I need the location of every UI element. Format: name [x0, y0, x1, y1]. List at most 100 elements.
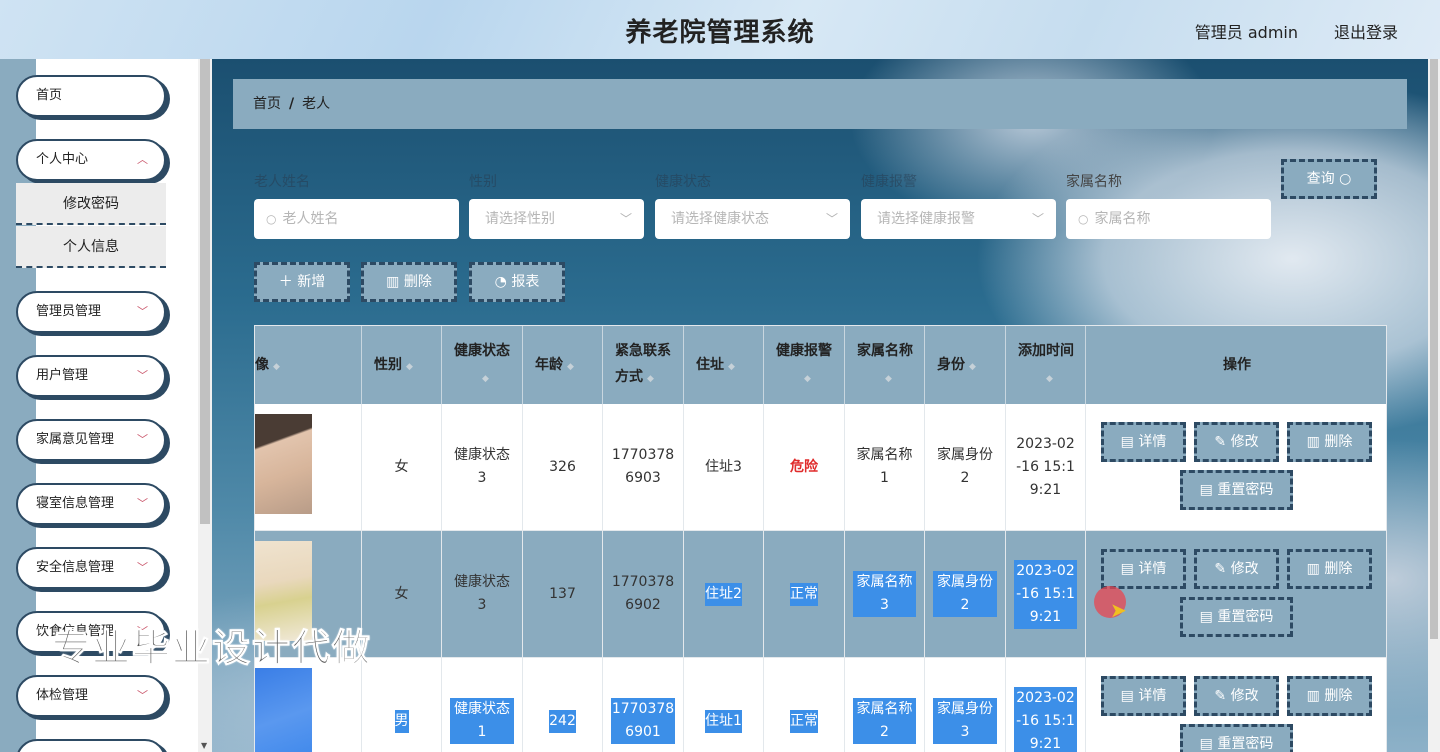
time-text: 2023-02-16 15:19:21	[1014, 686, 1077, 752]
document-icon: ▤	[1120, 434, 1134, 450]
sort-icon[interactable]: ◆	[885, 374, 892, 384]
search-icon: ○	[1339, 171, 1352, 187]
submenu-personal-info[interactable]: 个人信息	[16, 226, 166, 268]
time-cell: 2023-02-16 15:19:21	[1006, 404, 1086, 531]
alarm-select[interactable]: 请选择健康报警 ﹀	[861, 199, 1056, 239]
reset-password-button[interactable]: ▤ 重置密码	[1180, 724, 1293, 752]
filter-label-family: 家属名称	[1066, 174, 1122, 190]
avatar	[255, 414, 312, 514]
sidebar-item-home[interactable]: 首页	[16, 75, 166, 117]
alarm-badge: 危险	[790, 458, 818, 475]
header-cell[interactable]: 性别 ◆	[362, 326, 442, 404]
avatar-cell	[255, 404, 362, 531]
sort-icon[interactable]: ◆	[647, 374, 654, 384]
address-cell: 住址3	[684, 404, 764, 531]
table-row[interactable]: 男 健康状态1 242 17703786901 住址1 正常 家属名称2 家属身…	[255, 658, 1386, 752]
gender-select[interactable]: 请选择性别 ﹀	[469, 199, 644, 239]
query-button[interactable]: 查询 ○	[1281, 159, 1377, 199]
name-search-input[interactable]: ○ 老人姓名	[254, 199, 459, 239]
chevron-down-icon: ﹀	[137, 305, 148, 318]
family-cell: 家属名称1	[845, 404, 925, 531]
sidebar-item-more[interactable]	[16, 739, 166, 752]
sidebar-item-dorm-info[interactable]: 寝室信息管理 ﹀	[16, 483, 166, 525]
family-placeholder: 家属名称	[1094, 211, 1151, 227]
header-cell[interactable]: 健康报警 ◆	[764, 326, 845, 404]
header-cell[interactable]: 年龄 ◆	[523, 326, 603, 404]
family-search-input[interactable]: ○ 家属名称	[1066, 199, 1271, 239]
sort-icon[interactable]: ◆	[728, 362, 735, 372]
sidebar-item-family-feedback[interactable]: 家属意见管理 ﹀	[16, 419, 166, 461]
phone-cell: 17703786902	[603, 531, 684, 658]
header-label: 紧急联系方式	[615, 343, 671, 385]
header-label: 添加时间	[1018, 343, 1074, 359]
add-button[interactable]: ＋ 新增	[254, 262, 350, 302]
sort-icon[interactable]: ◆	[273, 362, 280, 372]
health-cell: 健康状态3	[442, 404, 523, 531]
sidebar-item-safety-info[interactable]: 安全信息管理 ﹀	[16, 547, 166, 589]
header-label: 年龄	[535, 357, 563, 373]
detail-button[interactable]: ▤ 详情	[1101, 676, 1186, 716]
family-cell: 家属名称2	[845, 658, 925, 752]
report-button[interactable]: ◔ 报表	[469, 262, 565, 302]
edit-button[interactable]: ✎ 修改	[1194, 676, 1279, 716]
reset-password-button[interactable]: ▤ 重置密码	[1180, 470, 1293, 510]
table-row[interactable]: 女 健康状态3 137 17703786902 住址2 正常 家属名称3 家属身…	[255, 531, 1386, 658]
delete-label: 删除	[1324, 434, 1353, 450]
sort-icon[interactable]: ◆	[804, 374, 811, 384]
chevron-down-icon: ﹀	[137, 561, 148, 574]
main-content: 首页 / 老人 老人姓名 性别 健康状态 健康报警 家属名称 ○ 老人姓名 请选择性别…	[212, 59, 1440, 752]
detail-label: 详情	[1138, 434, 1167, 450]
sidebar-item-admin-management[interactable]: 管理员管理 ﹀	[16, 291, 166, 333]
submenu-change-password[interactable]: 修改密码	[16, 183, 166, 225]
header-cell[interactable]: 紧急联系方式 ◆	[603, 326, 684, 404]
chevron-down-icon: ﹀	[825, 212, 838, 226]
actions-cell: ▤ 详情 ✎ 修改 ▥ 删除 ▤ 重置密码	[1086, 658, 1386, 752]
header-label: 像	[255, 357, 269, 373]
reset-password-button[interactable]: ▤ 重置密码	[1180, 597, 1293, 637]
scroll-down-arrow-icon[interactable]: ▼	[201, 741, 207, 750]
health-cell: 健康状态1	[442, 658, 523, 752]
sort-icon[interactable]: ◆	[1046, 374, 1053, 384]
time-text: 2023-02-16 15:19:21	[1014, 559, 1077, 629]
delete-button[interactable]: ▥ 删除	[1287, 422, 1372, 462]
detail-button[interactable]: ▤ 详情	[1101, 549, 1186, 589]
sidebar-item-checkup[interactable]: 体检管理 ﹀	[16, 675, 166, 717]
sidebar-item-label: 安全信息管理	[36, 560, 115, 575]
page-scroll-thumb[interactable]	[1430, 59, 1438, 639]
health-select[interactable]: 请选择健康状态 ﹀	[655, 199, 850, 239]
page-scrollbar[interactable]	[1428, 59, 1440, 752]
alarm-badge: 正常	[790, 582, 818, 606]
reset-label: 重置密码	[1217, 482, 1274, 498]
table-row[interactable]: 女 健康状态3 326 17703786903 住址3 危险 家属名称1 家属身…	[255, 404, 1386, 531]
chevron-down-icon: ﹀	[137, 497, 148, 510]
chevron-down-icon: ﹀	[1031, 212, 1044, 226]
delete-button[interactable]: ▥ 删除	[1287, 549, 1372, 589]
header-cell[interactable]: 像 ◆	[255, 326, 362, 404]
delete-button[interactable]: ▥ 删除	[1287, 676, 1372, 716]
actions-cell: ▤ 详情 ✎ 修改 ▥ 删除 ▤ 重置密码	[1086, 404, 1386, 531]
sort-icon[interactable]: ◆	[567, 362, 574, 372]
sidebar-item-user-management[interactable]: 用户管理 ﹀	[16, 355, 166, 397]
sidebar-item-personal-center[interactable]: 个人中心 ︿	[16, 139, 166, 181]
breadcrumb-home[interactable]: 首页	[253, 96, 281, 112]
filter-label-name: 老人姓名	[254, 174, 310, 190]
family-cell: 家属名称3	[845, 531, 925, 658]
edit-button[interactable]: ✎ 修改	[1194, 422, 1279, 462]
alarm-placeholder: 请选择健康报警	[877, 211, 975, 227]
header-cell[interactable]: 健康状态 ◆	[442, 326, 523, 404]
sort-icon[interactable]: ◆	[406, 362, 413, 372]
header-cell[interactable]: 身份 ◆	[925, 326, 1006, 404]
detail-button[interactable]: ▤ 详情	[1101, 422, 1186, 462]
header-cell[interactable]: 家属名称 ◆	[845, 326, 925, 404]
query-label: 查询	[1306, 171, 1335, 187]
logout-link[interactable]: 退出登录	[1334, 19, 1398, 43]
sort-icon[interactable]: ◆	[482, 374, 489, 384]
filter-label-alarm: 健康报警	[861, 174, 917, 190]
sidebar-scroll-thumb[interactable]	[200, 59, 210, 524]
header-cell[interactable]: 添加时间 ◆	[1006, 326, 1086, 404]
batch-delete-button[interactable]: ▥ 删除	[361, 262, 457, 302]
header-cell[interactable]: 住址 ◆	[684, 326, 764, 404]
edit-button[interactable]: ✎ 修改	[1194, 549, 1279, 589]
chevron-down-icon: ﹀	[137, 689, 148, 702]
sort-icon[interactable]: ◆	[969, 362, 976, 372]
